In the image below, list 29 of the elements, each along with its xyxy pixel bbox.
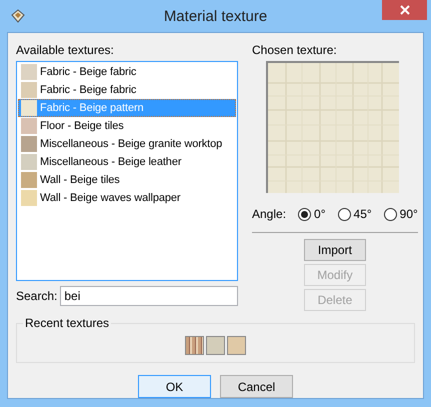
- window-title: Material texture: [162, 8, 268, 24]
- angle-label: Angle:: [252, 206, 286, 223]
- texture-item[interactable]: Miscellaneous - Beige granite worktop: [18, 135, 236, 153]
- angle-radio[interactable]: 0°: [298, 207, 326, 221]
- texture-item[interactable]: Fabric - Beige fabric: [18, 81, 236, 99]
- radio-circle[interactable]: [298, 208, 312, 220]
- radio-circle[interactable]: [338, 208, 351, 220]
- search-field[interactable]: bei: [60, 286, 238, 306]
- recent-swatch[interactable]: [227, 336, 246, 354]
- app-icon: [10, 8, 26, 24]
- close-button[interactable]: [382, 0, 427, 20]
- close-icon: [400, 5, 410, 15]
- dialog-button[interactable]: OK: [138, 375, 211, 398]
- angle-radio[interactable]: 45°: [338, 207, 372, 221]
- side-button[interactable]: Import: [304, 239, 366, 261]
- texture-item[interactable]: Wall - Beige waves wallpaper: [18, 189, 236, 207]
- recent-swatch[interactable]: [206, 336, 225, 354]
- texture-item[interactable]: Floor - Beige tiles: [18, 117, 236, 135]
- texture-item[interactable]: Miscellaneous - Beige leather: [18, 153, 236, 171]
- dialog-button[interactable]: Cancel: [220, 375, 293, 398]
- group-label: Recent textures: [23, 316, 112, 330]
- list-label: Available textures:: [16, 42, 115, 59]
- texture-item[interactable]: Wall - Beige tiles: [18, 171, 236, 189]
- texture-item[interactable]: Fabric - Beige fabric: [18, 63, 236, 81]
- preview-label: Chosen texture:: [252, 42, 338, 59]
- radio-circle[interactable]: [384, 208, 397, 220]
- search-label: Search:: [16, 288, 58, 305]
- recent-swatch[interactable]: [185, 336, 204, 354]
- angle-radio[interactable]: 90°: [384, 207, 418, 221]
